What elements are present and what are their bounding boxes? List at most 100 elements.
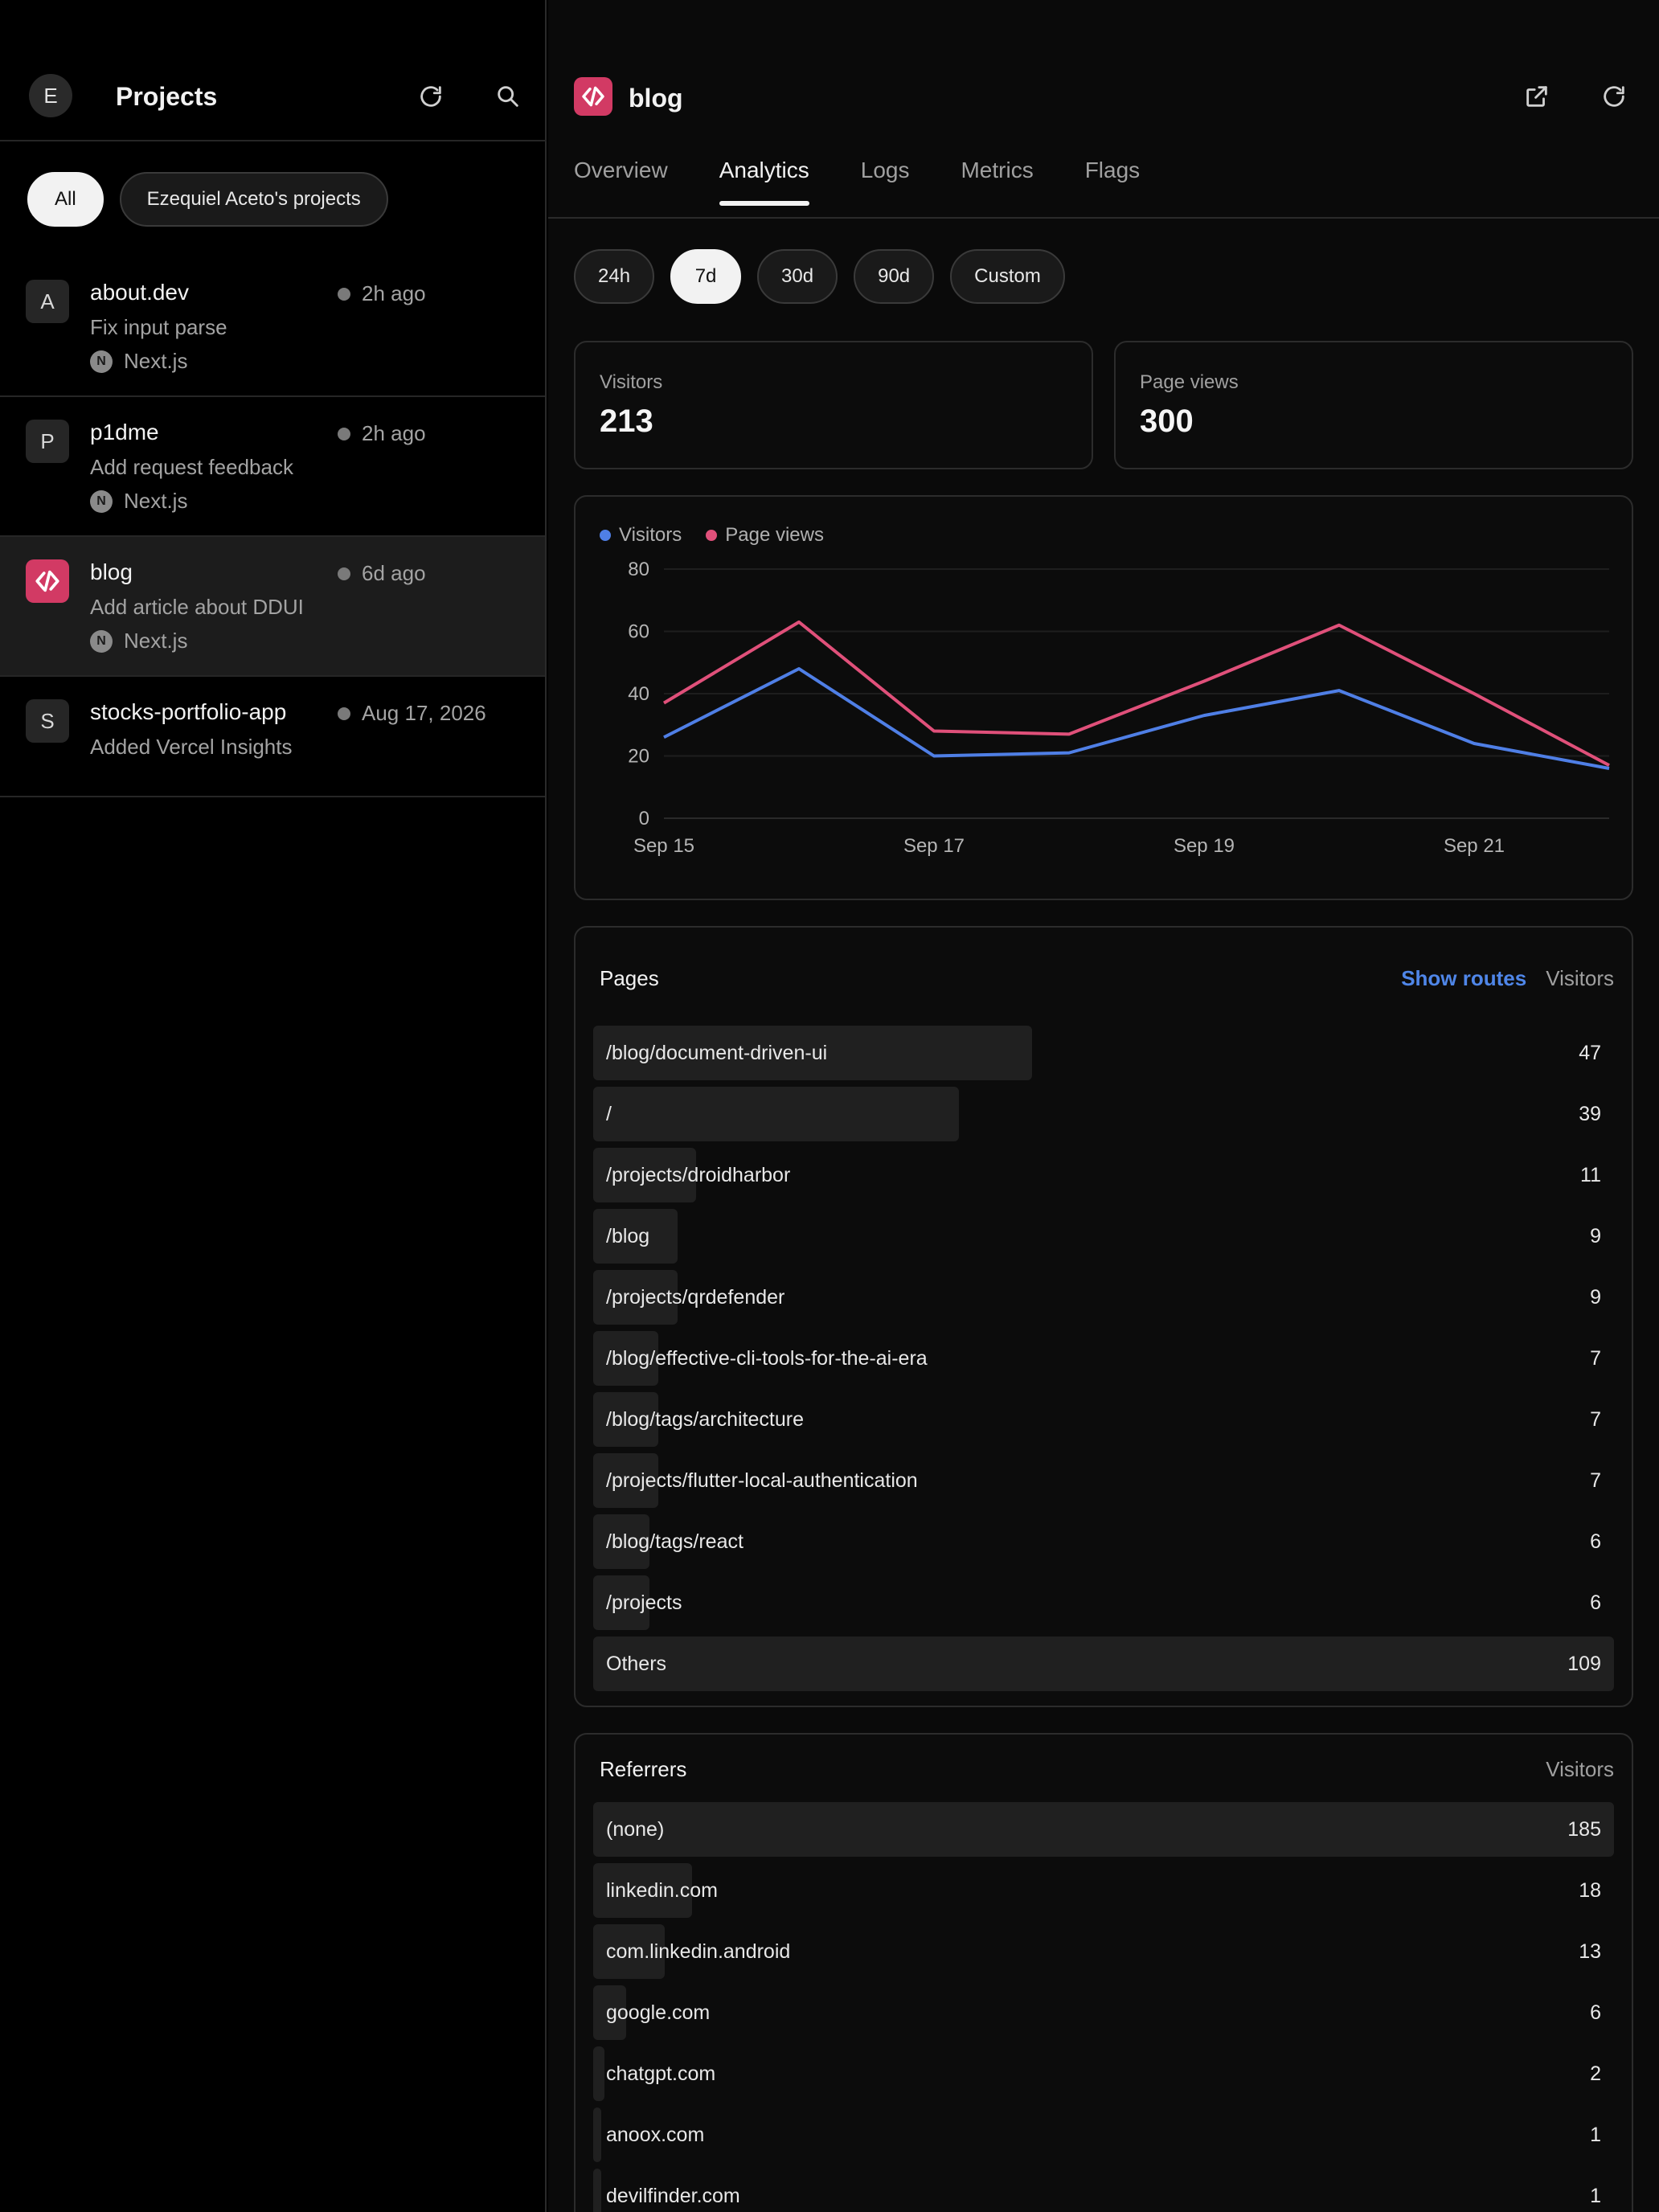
project-time: Aug 17, 2026 xyxy=(338,701,486,726)
tab-overview[interactable]: Overview xyxy=(574,158,668,204)
list-item-label: chatgpt.com xyxy=(606,2062,716,2085)
project-item-stocks-portfolio-app[interactable]: S stocks-portfolio-app Aug 17, 2026 Adde… xyxy=(0,677,545,797)
status-dot xyxy=(338,567,350,580)
tab-flags[interactable]: Flags xyxy=(1085,158,1140,204)
line-chart[interactable]: 0 20 40 60 80 Sep 15 Sep 17 Sep 19 Sep 21 xyxy=(576,497,1632,899)
referrers-card: Referrers Visitors (none) 185 linkedin.com… xyxy=(574,1733,1633,2212)
list-item-value: 18 xyxy=(1579,1879,1601,1902)
list-item-label: Others xyxy=(606,1653,667,1675)
project-framework: N Next.js xyxy=(90,489,187,514)
value-bar xyxy=(593,2108,601,2162)
visitors-column-label: Visitors xyxy=(1546,966,1614,990)
project-item-blog[interactable]: blog 6d ago Add article about DDUI N Next… xyxy=(0,537,545,677)
project-commit: Add request feedback xyxy=(90,455,293,479)
list-item-value: 11 xyxy=(1580,1164,1601,1186)
project-name: p1dme xyxy=(90,420,159,444)
filter-all[interactable]: All xyxy=(27,172,104,227)
range-24h[interactable]: 24h xyxy=(574,249,655,304)
project-title: blog xyxy=(629,84,683,113)
list-item[interactable]: chatgpt.com 2 xyxy=(593,2046,1614,2101)
list-item[interactable]: (none) 185 xyxy=(593,1802,1614,1857)
x-tick-label: Sep 19 xyxy=(1174,835,1235,857)
search-icon[interactable] xyxy=(490,79,526,114)
project-time-text: 2h ago xyxy=(362,281,426,305)
list-item[interactable]: anoox.com 1 xyxy=(593,2108,1614,2162)
x-tick-label: Sep 15 xyxy=(633,835,694,857)
y-tick-label: 80 xyxy=(628,559,649,580)
list-item[interactable]: /blog/tags/react 6 xyxy=(593,1514,1614,1569)
range-7d[interactable]: 7d xyxy=(670,249,742,304)
list-item-value: 9 xyxy=(1590,1286,1601,1309)
list-item[interactable]: /blog/effective-cli-tools-for-the-ai-era… xyxy=(593,1331,1614,1386)
list-item-label: /projects/flutter-local-authentication xyxy=(606,1469,918,1492)
list-item-value: 6 xyxy=(1590,1591,1601,1614)
list-item-value: 47 xyxy=(1579,1042,1601,1064)
tab-analytics[interactable]: Analytics xyxy=(719,158,809,206)
list-item-value: 7 xyxy=(1590,1347,1601,1370)
time-range-selector: 24h 7d 30d 90d Custom xyxy=(574,249,1065,304)
x-tick-label: Sep 17 xyxy=(903,835,965,857)
list-item-value: 6 xyxy=(1590,2001,1601,2024)
list-item-label: /projects xyxy=(606,1591,682,1614)
range-90d[interactable]: 90d xyxy=(854,249,935,304)
pageviews-stat-card: Page views 300 xyxy=(1114,341,1633,469)
list-item[interactable]: / 39 xyxy=(593,1087,1614,1141)
list-item[interactable]: /projects/droidharbor 11 xyxy=(593,1148,1614,1202)
project-item-about-dev[interactable]: A about.dev 2h ago Fix input parse N Next… xyxy=(0,257,545,397)
list-item-label: google.com xyxy=(606,2001,711,2024)
refresh-icon[interactable] xyxy=(1596,79,1632,114)
project-name: stocks-portfolio-app xyxy=(90,699,287,724)
list-item-value: 9 xyxy=(1590,1225,1601,1247)
project-time-text: Aug 17, 2026 xyxy=(362,701,486,725)
list-item-value: 1 xyxy=(1590,2124,1601,2146)
list-item[interactable]: linkedin.com 18 xyxy=(593,1863,1614,1918)
list-item[interactable]: Others 109 xyxy=(593,1636,1614,1691)
filter-ezequiel-projects[interactable]: Ezequiel Aceto's projects xyxy=(119,172,388,227)
status-dot xyxy=(338,707,350,720)
range-custom[interactable]: Custom xyxy=(950,249,1065,304)
list-item[interactable]: /blog 9 xyxy=(593,1209,1614,1264)
projects-sidebar: E Projects All Ezequiel Aceto's projects… xyxy=(0,0,547,2212)
list-item-value: 109 xyxy=(1567,1653,1601,1675)
pages-card: Pages Show routes Visitors /blog/documen… xyxy=(574,926,1633,1707)
list-item-label: linkedin.com xyxy=(606,1879,718,1902)
list-item[interactable]: /projects/flutter-local-authentication 7 xyxy=(593,1453,1614,1508)
list-item[interactable]: devilfinder.com 1 xyxy=(593,2169,1614,2212)
value-bar xyxy=(593,2046,604,2101)
project-item-p1dme[interactable]: P p1dme 2h ago Add request feedback N Nex… xyxy=(0,397,545,537)
range-30d[interactable]: 30d xyxy=(757,249,838,304)
project-time: 6d ago xyxy=(338,561,426,586)
refresh-icon[interactable] xyxy=(413,79,449,114)
nextjs-icon: N xyxy=(90,629,113,653)
y-tick-label: 60 xyxy=(628,621,649,643)
list-item-value: 39 xyxy=(1579,1103,1601,1125)
list-item[interactable]: /blog/document-driven-ui 47 xyxy=(593,1026,1614,1080)
project-time-text: 6d ago xyxy=(362,561,426,585)
list-item-label: /blog xyxy=(606,1225,650,1247)
show-routes-button[interactable]: Show routes xyxy=(1401,966,1526,991)
project-detail: blog Overview Analytics Logs Metrics Fla… xyxy=(548,0,1659,2212)
value-bar xyxy=(593,1802,1614,1857)
list-item-label: /projects/qrdefender xyxy=(606,1286,785,1309)
list-item-value: 1 xyxy=(1590,2185,1601,2207)
project-initial: S xyxy=(26,699,69,743)
tab-metrics[interactable]: Metrics xyxy=(961,158,1033,204)
status-dot xyxy=(338,427,350,440)
list-item[interactable]: /blog/tags/architecture 7 xyxy=(593,1392,1614,1447)
avatar[interactable]: E xyxy=(29,74,72,117)
list-item-value: 185 xyxy=(1567,1818,1601,1841)
list-item[interactable]: /projects 6 xyxy=(593,1575,1614,1630)
series-line-visitors[interactable] xyxy=(663,667,1610,770)
list-item[interactable]: com.linkedin.android 13 xyxy=(593,1924,1614,1979)
blog-logo-icon xyxy=(26,559,69,603)
value-bar xyxy=(593,2169,601,2212)
list-item[interactable]: google.com 6 xyxy=(593,1985,1614,2040)
list-item-label: devilfinder.com xyxy=(606,2185,740,2207)
tab-logs[interactable]: Logs xyxy=(861,158,910,204)
external-link-icon[interactable] xyxy=(1519,79,1555,114)
visitors-value: 213 xyxy=(600,403,653,439)
project-time: 2h ago xyxy=(338,421,426,446)
list-item-label: anoox.com xyxy=(606,2124,705,2146)
pageviews-value: 300 xyxy=(1140,403,1194,439)
list-item[interactable]: /projects/qrdefender 9 xyxy=(593,1270,1614,1325)
